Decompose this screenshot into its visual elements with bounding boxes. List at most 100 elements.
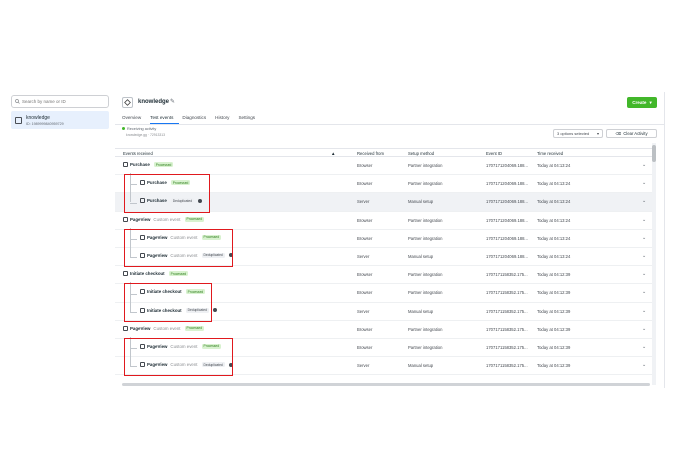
event-id: 1707171158352.175... [486,290,528,296]
edit-pencil-icon[interactable]: ✎ [170,98,175,105]
event-type: Custom event [153,216,181,222]
received-from: Browser [357,344,373,350]
chevron-down-icon[interactable]: ⌄ [642,326,646,332]
chevron-down-icon[interactable]: ⌄ [642,253,646,259]
received-from: Server [357,363,370,369]
cart-icon [123,271,128,277]
search-icon [15,98,20,105]
highlight-box [124,338,233,377]
table-row[interactable]: Initiate checkout Processed Browser Partner… [115,266,656,285]
live-dot-icon [122,127,125,130]
table-header: Events received ▲ Received from Setup me… [115,148,656,157]
setup-method: Partner integration [408,272,443,278]
broom-icon: ⌫ [615,131,622,136]
setup-method: Manual setup [408,253,434,259]
event-cell: PageView Custom event Processed [123,216,205,222]
setup-method: Partner integration [408,326,443,332]
received-from: Server [357,308,370,314]
chevron-down-icon[interactable]: ⌄ [642,198,646,204]
bag-icon [123,162,128,167]
horizontal-scrollbar[interactable] [122,383,650,386]
tab-history[interactable]: History [215,113,235,124]
received-from: Browser [357,163,373,168]
tab-diagnostics[interactable]: Diagnostics [182,113,212,124]
col-time-received: Time received [537,151,564,156]
page-icon [123,216,128,222]
highlight-box [124,283,212,322]
activity-status-text: Receiving activity [127,127,157,131]
event-id: 1707171204069.188... [486,235,528,241]
activity-status: Receiving activity [122,127,156,131]
time-received: Today at 04:12:39 [537,363,571,369]
setup-method: Partner integration [408,163,443,168]
page-title: knowledge [138,99,170,105]
event-name: Purchase [130,162,150,167]
received-from: Browser [357,217,373,223]
chevron-down-icon[interactable]: ⌄ [642,289,646,295]
col-event-id: Event ID [486,151,503,156]
received-from: Browser [357,272,373,278]
status-badge: Processed [184,325,205,331]
event-id: 1707171204069.188... [486,163,528,168]
status-badge: Processed [168,271,189,277]
search-input[interactable] [22,99,102,104]
dataset-name: knowledge [26,114,50,121]
dataset-sidebar: knowledge ID: 1989999840959729 [11,95,109,129]
highlight-box [124,228,233,268]
time-received: Today at 04:12:39 [537,344,571,350]
col-events-received: Events received [123,151,153,156]
time-received: Today at 04:13:24 [537,181,571,187]
options-dropdown[interactable]: 3 options selected ▾ [553,129,603,138]
chevron-down-icon[interactable]: ⌄ [642,180,646,186]
dataset-item[interactable]: knowledge ID: 1989999840959729 [11,111,109,129]
event-name: Initiate checkout [130,271,165,277]
received-from: Browser [357,181,373,187]
tab-settings[interactable]: Settings [238,113,261,124]
search-box[interactable] [11,95,109,108]
chevron-down-icon[interactable]: ⌄ [642,308,646,314]
setup-method: Partner integration [408,290,443,296]
activity-subtext: knowledge.gg · 72913313 [126,133,166,137]
received-from: Browser [357,326,373,332]
table-row[interactable]: Purchase Processed Browser Partner integrat… [115,157,656,176]
time-received: Today at 04:12:39 [537,308,571,314]
clear-activity-label: Clear Activity [623,131,648,136]
chevron-down-icon[interactable]: ⌄ [642,271,646,277]
time-received: Today at 04:12:39 [537,272,571,278]
sort-arrow-icon[interactable]: ▲ [331,151,335,156]
time-received: Today at 04:13:24 [537,163,571,168]
received-from: Browser [357,290,373,296]
vertical-scrollbar[interactable] [652,143,656,385]
chevron-down-icon[interactable]: ⌄ [642,217,646,223]
info-icon[interactable] [212,308,217,312]
tab-test-events[interactable]: Test events [150,113,180,124]
setup-method: Manual setup [408,308,434,314]
chevron-down-icon[interactable]: ⌄ [642,344,646,350]
time-received: Today at 04:13:24 [537,253,571,259]
time-received: Today at 04:13:24 [537,235,571,241]
chevron-down-icon[interactable]: ⌄ [642,235,646,241]
main-panel: knowledge ✎ Create ▾ Overview Test event… [115,92,664,388]
status-badge: Processed [153,162,174,167]
time-received: Today at 04:12:39 [537,290,571,296]
tab-overview[interactable]: Overview [122,113,147,124]
table-row[interactable]: PageView Custom event Processed Browser Part… [115,321,656,339]
clear-activity-button[interactable]: ⌫ Clear Activity [606,129,657,138]
time-received: Today at 04:13:24 [537,217,571,223]
received-from: Browser [357,235,373,241]
create-button-label: Create [632,100,647,105]
received-from: Server [357,253,370,259]
event-id: 1707171204069.188... [486,181,528,187]
chevron-down-icon[interactable]: ⌄ [642,162,646,168]
create-button[interactable]: Create ▾ [627,97,657,108]
scroll-thumb[interactable] [652,145,656,162]
setup-method: Manual setup [408,199,434,205]
tab-bar: Overview Test events Diagnostics History… [115,113,664,125]
received-from: Server [357,199,370,205]
table-row[interactable]: PageView Custom event Processed Browser Part… [115,212,656,230]
event-id: 1707171158352.175... [486,344,528,350]
chevron-down-icon[interactable]: ⌄ [642,362,646,368]
event-name: PageView [130,325,151,331]
options-label: 3 options selected [557,131,590,136]
activity-bar: Receiving activity knowledge.gg · 729133… [115,125,664,141]
